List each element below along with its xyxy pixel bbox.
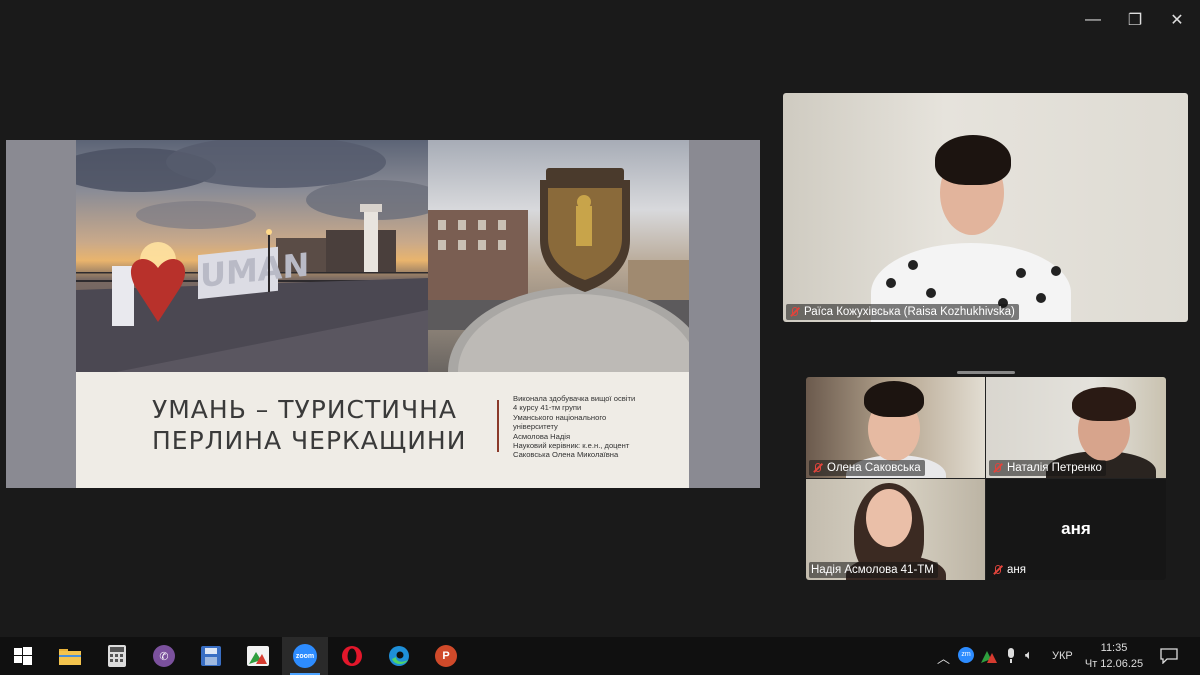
taskbar-powerpoint[interactable]: P: [423, 637, 469, 675]
language-indicator[interactable]: УКР: [1052, 650, 1073, 662]
participant-name: Раїса Кожухівська (Raisa Kozhukhivska): [804, 306, 1015, 318]
promenade-illustration: UMAN: [76, 140, 428, 372]
credit-line: Саковська Олена Миколаївна: [513, 450, 619, 460]
viber-icon: ✆: [153, 645, 175, 667]
gallery-drag-handle[interactable]: [957, 371, 1015, 374]
calculator-icon: [108, 645, 126, 667]
credit-line: Виконала здобувачка вищої освіти: [513, 394, 636, 403]
credit-line: Уманського національного: [513, 412, 607, 422]
tray-app-icon[interactable]: [981, 649, 997, 663]
participant-name: Надія Асмолова 41-ТМ: [811, 564, 934, 576]
taskbar-file-explorer[interactable]: [47, 637, 93, 675]
clock-time: 11:35: [1100, 642, 1128, 654]
video-tile-main[interactable]: Раїса Кожухівська (Raisa Kozhukhivska): [783, 93, 1188, 322]
credit-line: університету: [513, 422, 558, 432]
participant-name-label: Надія Асмолова 41-ТМ: [809, 562, 938, 578]
photo-icon: [247, 646, 269, 666]
video-tile-natalia[interactable]: Наталія Петренко: [986, 377, 1166, 478]
taskbar: ✆ zoom P ︿ zm 🔈︎ УКР 11:35 Чт 12.06.25: [0, 637, 1200, 675]
participant-name: Наталія Петренко: [1007, 462, 1102, 474]
participant-name-label: Раїса Кожухівська (Raisa Kozhukhivska): [786, 304, 1019, 320]
chevron-up-icon[interactable]: ︿: [937, 648, 950, 667]
close-button[interactable]: ✕: [1162, 8, 1192, 32]
credit-line: Асмолова Надія: [513, 431, 571, 441]
credit-line: 4 курсу 41-тм групи: [513, 403, 582, 413]
slide-photo-coat-of-arms: [428, 140, 689, 372]
mic-muted-icon: [811, 462, 823, 474]
edge-icon: [389, 646, 409, 666]
presentation-slide: UMAN УМАНЬ – ТУРИСТИЧНА ПЕРЛИНА ЧЕРКАЩИН…: [76, 140, 689, 488]
participant-face: [866, 489, 912, 547]
opera-icon: [342, 646, 362, 666]
participant-name-label: Наталія Петренко: [989, 460, 1106, 476]
floppy-icon: [201, 646, 221, 666]
slide-title-line: УМАНЬ – ТУРИСТИЧНА: [152, 395, 457, 424]
video-tile-olena[interactable]: Олена Саковська: [806, 377, 985, 478]
monument-illustration: [428, 168, 689, 372]
minimize-button[interactable]: —: [1078, 8, 1108, 32]
folder-icon: [59, 649, 81, 665]
participant-hair: [864, 381, 924, 417]
mic-muted-icon: [991, 462, 1003, 474]
participant-hair: [1072, 387, 1136, 421]
participant-name: аня: [1007, 564, 1026, 576]
slide-divider: [497, 400, 499, 452]
video-tile-anya[interactable]: аня аня: [986, 479, 1166, 580]
participant-avatar-text: аня: [1061, 519, 1091, 538]
participant-hair: [935, 135, 1011, 185]
clock[interactable]: 11:35 Чт 12.06.25: [1084, 640, 1144, 672]
taskbar-viber[interactable]: ✆: [141, 637, 187, 675]
windows-icon: [14, 647, 32, 665]
taskbar-opera[interactable]: [329, 637, 375, 675]
participant-name: Олена Саковська: [827, 462, 921, 474]
slide-title-area: УМАНЬ – ТУРИСТИЧНА ПЕРЛИНА ЧЕРКАЩИНИ Вик…: [76, 372, 689, 488]
powerpoint-icon: P: [435, 645, 457, 667]
credit-line: Науковий керівник: к.е.н., доцент: [513, 441, 630, 451]
clock-date: Чт 12.06.25: [1084, 658, 1144, 670]
taskbar-calculator[interactable]: [94, 637, 140, 675]
mic-muted-icon: [788, 306, 800, 318]
taskbar-photo-app[interactable]: [235, 637, 281, 675]
taskbar-zoom[interactable]: zoom: [282, 637, 328, 675]
slide-title-line: ПЕРЛИНА ЧЕРКАЩИНИ: [152, 426, 467, 455]
taskbar-edge[interactable]: [376, 637, 422, 675]
video-tile-nadia[interactable]: Надія Асмолова 41-ТМ: [806, 479, 985, 580]
taskbar-save[interactable]: [188, 637, 234, 675]
mic-muted-icon: [991, 564, 1003, 576]
microphone-icon[interactable]: [1006, 648, 1016, 664]
speaker-icon[interactable]: 🔈︎: [1025, 647, 1033, 663]
zoom-tray-icon[interactable]: zm: [958, 647, 974, 663]
participant-name-label: Олена Саковська: [809, 460, 925, 476]
slide-title: УМАНЬ – ТУРИСТИЧНА ПЕРЛИНА ЧЕРКАЩИНИ: [152, 394, 492, 456]
video-gallery: Олена Саковська Наталія Петренко Надія А…: [806, 377, 1166, 580]
shared-screen: UMAN УМАНЬ – ТУРИСТИЧНА ПЕРЛИНА ЧЕРКАЩИН…: [6, 140, 760, 488]
start-button[interactable]: [0, 637, 46, 675]
slide-credits: Виконала здобувачка вищої освіти 4 курсу…: [513, 394, 683, 460]
notifications-icon[interactable]: [1160, 648, 1178, 664]
participant-name-label: аня: [989, 562, 1030, 578]
zoom-icon: zoom: [293, 644, 317, 668]
slide-photo-i-love-uman: UMAN: [76, 140, 428, 372]
maximize-button[interactable]: ❐: [1120, 8, 1150, 32]
